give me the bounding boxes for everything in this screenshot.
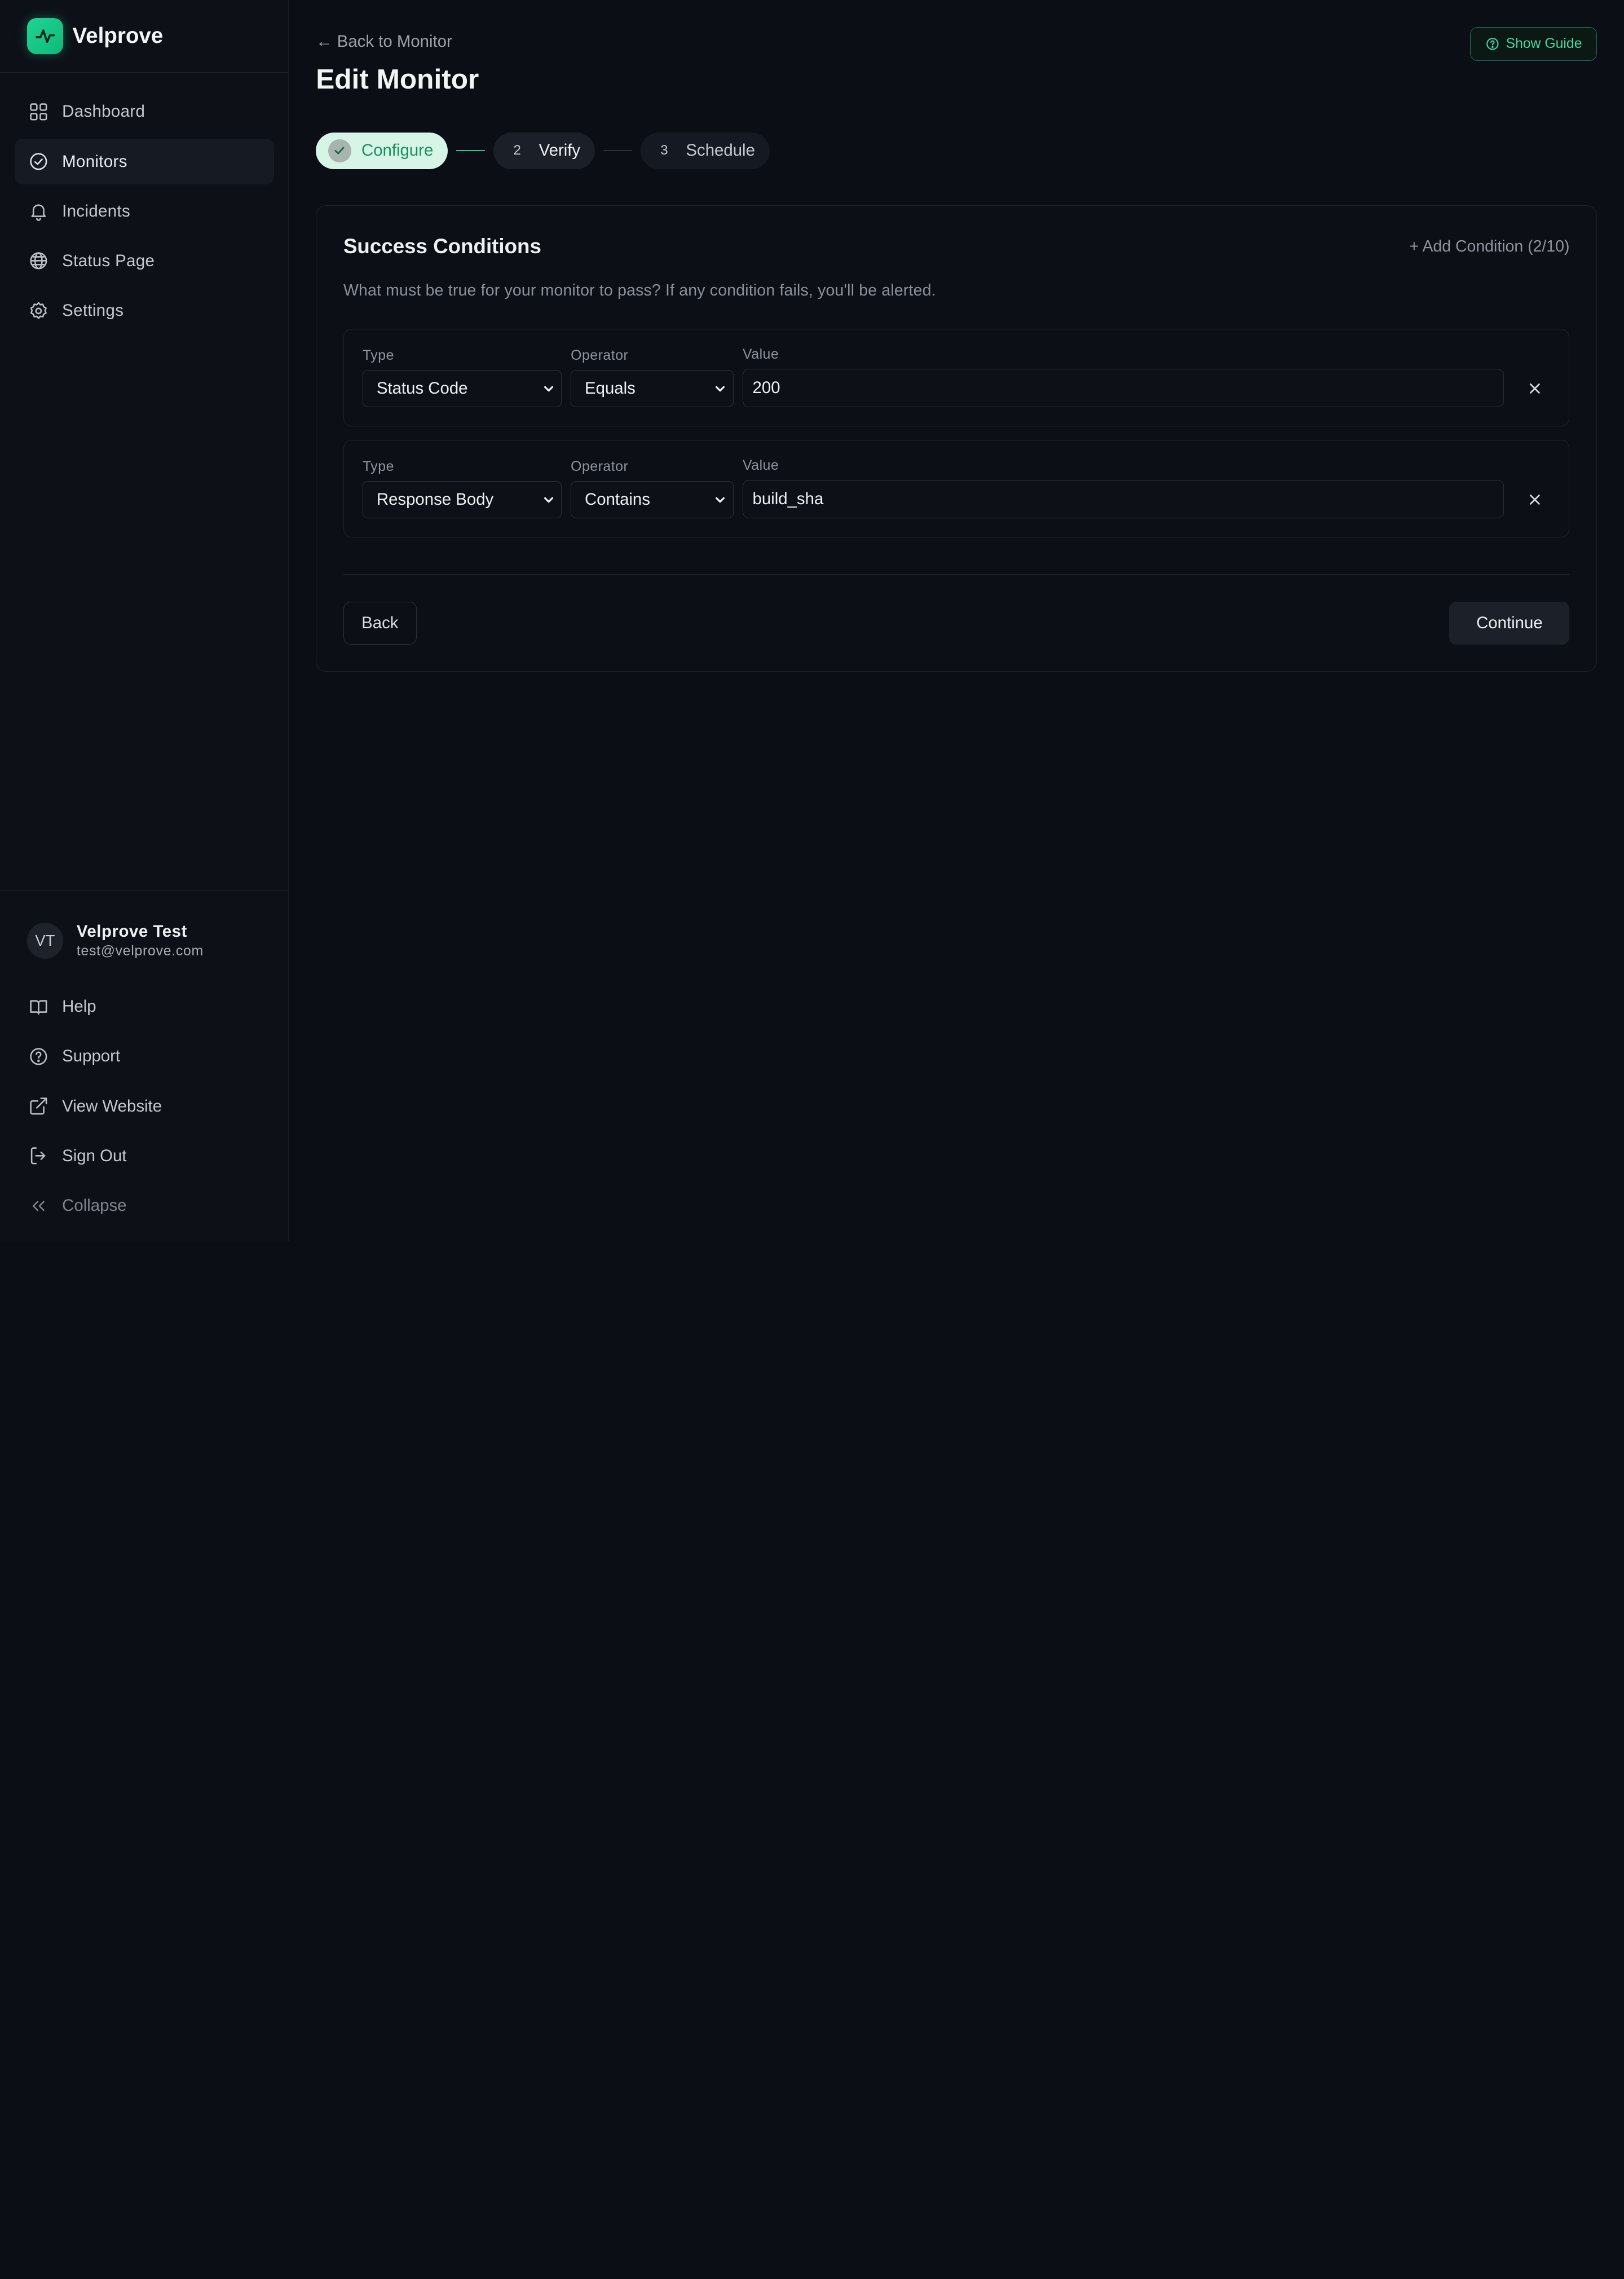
grid-icon <box>29 103 47 121</box>
operator-select[interactable]: Equals <box>571 370 734 408</box>
card-description: What must be true for your monitor to pa… <box>343 281 936 299</box>
book-icon <box>29 1000 47 1015</box>
activity-pulse-icon <box>27 17 64 54</box>
user-name: Velprove Test <box>76 922 187 941</box>
step-label: Verify <box>539 141 581 160</box>
type-select[interactable]: Response Body <box>362 481 562 519</box>
operator-select[interactable]: Contains <box>571 481 734 519</box>
operator-select-value: Contains <box>585 490 650 509</box>
sidebar-item-label: Monitors <box>62 152 127 171</box>
sidebar-item-support[interactable]: Support <box>15 1031 274 1081</box>
operator-select-value: Equals <box>585 379 636 398</box>
sidebar-collapse-button[interactable]: Collapse <box>15 1181 274 1231</box>
sidebar-item-label: Dashboard <box>62 102 145 121</box>
remove-condition-button[interactable] <box>1519 370 1550 407</box>
sidebar-item-monitors[interactable]: Monitors <box>14 139 274 184</box>
sidebar-item-status-page[interactable]: Status Page <box>15 238 274 284</box>
show-guide-label: Show Guide <box>1506 36 1582 52</box>
step-verify[interactable]: 2 Verify <box>493 133 595 169</box>
gear-icon <box>30 302 47 319</box>
chevrons-left-icon <box>32 1200 45 1211</box>
bell-icon <box>31 204 46 221</box>
remove-condition-button[interactable] <box>1519 481 1550 518</box>
add-condition-button[interactable]: + Add Condition (2/10) <box>1410 237 1570 256</box>
check-icon <box>328 139 351 162</box>
external-link-icon <box>29 1097 47 1115</box>
step-number: 3 <box>660 143 668 158</box>
sidebar-item-label: Sign Out <box>62 1146 127 1165</box>
operator-label: Operator <box>571 348 629 364</box>
sidebar: Velprove Dashboard Monitors Incidents St… <box>0 0 289 1241</box>
step-connector <box>603 150 632 152</box>
value-label: Value <box>743 458 779 474</box>
sidebar-item-label: Status Page <box>62 251 155 270</box>
user-profile[interactable]: VT Velprove Test test@velprove.com <box>15 922 274 982</box>
continue-button[interactable]: Continue <box>1449 602 1570 645</box>
sidebar-item-sign-out[interactable]: Sign Out <box>15 1131 274 1181</box>
sidebar-item-incidents[interactable]: Incidents <box>15 188 274 234</box>
show-guide-button[interactable]: Show Guide <box>1470 27 1597 61</box>
globe-icon <box>29 252 47 270</box>
sidebar-item-label: View Website <box>62 1096 162 1116</box>
sidebar-item-label: Support <box>62 1047 121 1066</box>
sidebar-item-view-website[interactable]: View Website <box>15 1082 274 1131</box>
chevron-down-icon <box>544 386 553 392</box>
page-title: Edit Monitor <box>316 63 479 95</box>
user-email: test@velprove.com <box>76 943 204 959</box>
condition-row: Type Status Code Operator Equals Value 2 <box>343 329 1570 427</box>
help-circle-icon <box>1486 38 1499 50</box>
back-button[interactable]: Back <box>343 602 417 645</box>
check-circle-icon <box>29 153 47 170</box>
main-content: ← Back to Monitor Edit Monitor Show Guid… <box>289 0 1624 1241</box>
type-label: Type <box>362 348 394 364</box>
brand-name: Velprove <box>72 23 164 48</box>
value-input[interactable]: 200 <box>743 369 1504 408</box>
sidebar-item-label: Settings <box>62 301 124 320</box>
help-circle-icon <box>29 1048 47 1065</box>
sidebar-item-label: Help <box>62 997 96 1016</box>
sidebar-item-help[interactable]: Help <box>15 982 274 1031</box>
sidebar-item-label: Collapse <box>62 1196 127 1215</box>
sidebar-item-settings[interactable]: Settings <box>15 288 274 334</box>
step-configure[interactable]: Configure <box>316 133 448 169</box>
sign-out-icon <box>30 1147 45 1165</box>
step-schedule[interactable]: 3 Schedule <box>640 133 770 169</box>
back-to-monitor-link[interactable]: ← Back to Monitor <box>316 32 452 51</box>
close-icon <box>1529 383 1540 394</box>
value-input[interactable]: build_sha <box>743 480 1504 519</box>
card-title: Success Conditions <box>343 235 541 258</box>
type-select-value: Response Body <box>376 490 494 509</box>
step-label: Schedule <box>686 141 755 160</box>
app-root: Velprove Dashboard Monitors Incidents St… <box>0 0 1624 1241</box>
operator-label: Operator <box>571 459 629 475</box>
step-number: 2 <box>513 143 521 158</box>
brand[interactable]: Velprove <box>0 0 289 73</box>
sidebar-item-label: Incidents <box>62 201 131 221</box>
type-label: Type <box>362 459 394 475</box>
chevron-down-icon <box>716 497 725 503</box>
close-icon <box>1529 495 1540 505</box>
step-label: Configure <box>361 141 434 160</box>
sidebar-footer: VT Velprove Test test@velprove.com Help … <box>0 891 289 1241</box>
sidebar-item-dashboard[interactable]: Dashboard <box>15 89 274 135</box>
chevron-down-icon <box>716 386 725 392</box>
type-select[interactable]: Status Code <box>362 370 562 408</box>
condition-row: Type Response Body Operator Contains Val… <box>343 440 1570 538</box>
stepper: Configure 2 Verify 3 Schedule <box>316 133 1597 169</box>
success-conditions-card: Success Conditions + Add Condition (2/10… <box>316 205 1597 672</box>
type-select-value: Status Code <box>376 379 468 398</box>
step-connector <box>456 150 486 152</box>
divider <box>343 574 1570 575</box>
sidebar-nav: Dashboard Monitors Incidents Status Page… <box>0 73 288 350</box>
avatar: VT <box>27 922 64 959</box>
chevron-down-icon <box>544 497 553 503</box>
card-actions: Back Continue <box>343 602 1570 645</box>
value-label: Value <box>743 347 779 363</box>
